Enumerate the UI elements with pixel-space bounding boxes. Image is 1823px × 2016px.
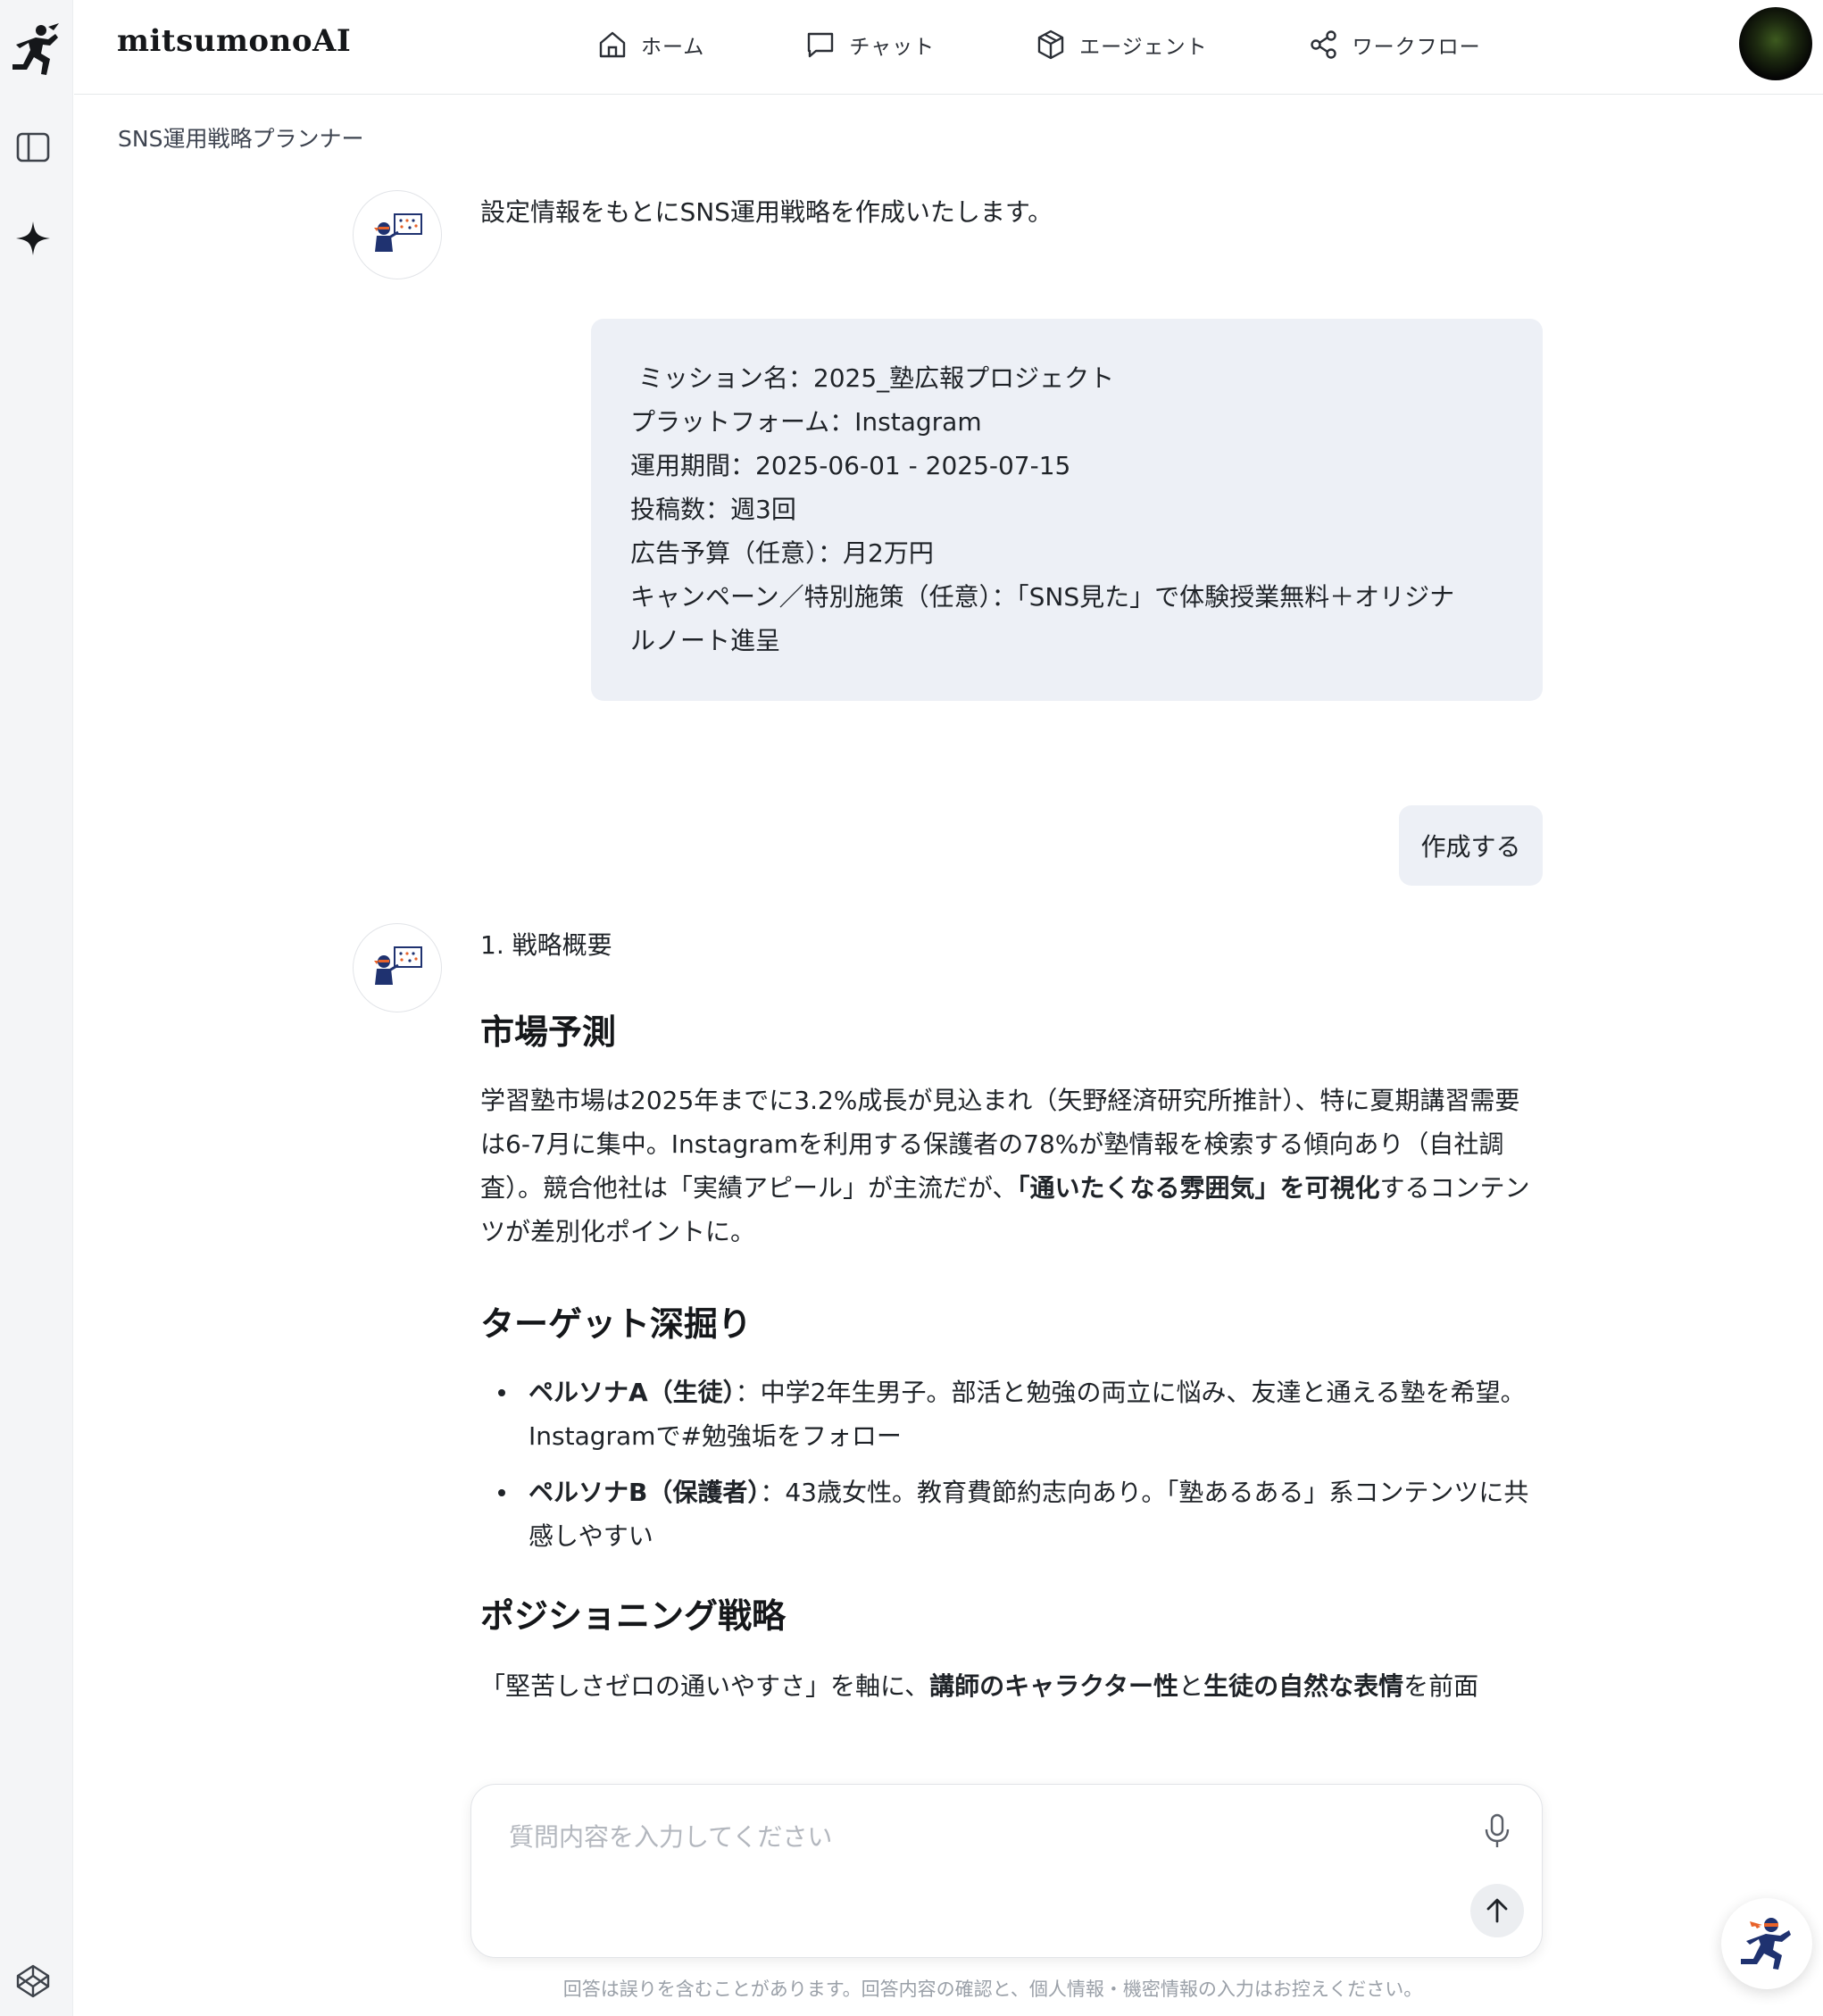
list-item: ペルソナA（生徒）：中学2年生男子。部活と勉強の両立に悩み、友達と通える塾を希望… <box>480 1370 1543 1458</box>
ninja-teacher-icon <box>374 946 422 985</box>
bot-avatar <box>353 190 442 279</box>
sidebar-toggle-icon[interactable] <box>12 127 54 168</box>
list-item: ペルソナB（保護者）：43歳女性。教育費節約志向あり。「塾あるある」系コンテンツ… <box>480 1470 1543 1558</box>
ninja-runner-icon <box>1741 1918 1791 1970</box>
disclaimer: 回答は誤りを含むことがあります。回答内容の確認と、個人情報・機密情報の入力はお控… <box>0 1975 1823 2002</box>
runner-logo-icon[interactable] <box>9 23 61 79</box>
positioning-text-3: を前面 <box>1403 1671 1479 1701</box>
disclaimer-text: 回答は誤りを含むことがあります。回答内容の確認と、個人情報・機密情報の入力はお控… <box>562 1979 1423 2000</box>
top-header: mitsumonoAI ホーム チャット エージェント ワークフロー <box>74 0 1823 95</box>
chat-composer <box>470 1784 1543 1958</box>
nav-home[interactable]: ホーム <box>596 25 704 64</box>
sidebar <box>0 0 73 2016</box>
persona-list: ペルソナA（生徒）：中学2年生男子。部活と勉強の両立に悩み、友達と通える塾を希望… <box>480 1370 1543 1558</box>
settings-card: ミッション名：2025_塾広報プロジェクト プラットフォーム：Instagram… <box>591 319 1543 701</box>
nav-workflow[interactable]: ワークフロー <box>1308 25 1481 64</box>
microphone-button[interactable] <box>1478 1812 1517 1851</box>
positioning-heading: ポジショニング戦略 <box>480 1596 787 1636</box>
nav-agent-label: エージェント <box>1079 36 1208 59</box>
cube-icon <box>1037 29 1064 60</box>
user-message: 作成する <box>1399 805 1543 886</box>
settings-mission: ミッション名：2025_塾広報プロジェクト <box>630 363 1115 393</box>
target-heading: ターゲット深掘り <box>480 1304 753 1344</box>
positioning-text-1: 「堅苦しさゼロの通いやすさ」を軸に、 <box>480 1671 930 1701</box>
persona-a-label: ペルソナA（生徒） <box>529 1378 736 1407</box>
breadcrumb: SNS運用戦略プランナー <box>118 126 364 152</box>
persona-b-label: ペルソナB（保護者） <box>529 1478 761 1507</box>
market-text-bold: 「通いたくなる雰囲気」を可視化 <box>1017 1173 1380 1203</box>
market-paragraph: 学習塾市場は2025年までに3.2%成長が見込まれ（矢野経済研究所推計）、特に夏… <box>480 1079 1543 1254</box>
nav-agent[interactable]: エージェント <box>1035 25 1208 64</box>
section-number: 1. 戦略概要 <box>480 930 612 960</box>
settings-period: 運用期間：2025-06-01 - 2025-07-15 <box>630 451 1071 480</box>
sparkle-icon[interactable] <box>12 218 54 259</box>
settings-budget: 広告予算（任意）：月2万円 <box>630 538 934 568</box>
nav-workflow-label: ワークフロー <box>1352 36 1481 59</box>
main-nav: ホーム チャット エージェント ワークフロー <box>596 25 1581 64</box>
bot-intro-message: 設定情報をもとにSNS運用戦略を作成いたします。 <box>480 197 1053 227</box>
brand-name[interactable]: mitsumonoAI <box>117 23 351 59</box>
nav-home-label: ホーム <box>641 36 705 59</box>
share-icon <box>1310 30 1336 59</box>
positioning-bold-2: 生徒の自然な表情 <box>1203 1671 1404 1701</box>
positioning-text-2: と <box>1178 1671 1204 1701</box>
bot-response: 1. 戦略概要 市場予測 学習塾市場は2025年までに3.2%成長が見込まれ（矢… <box>480 923 1543 1708</box>
microphone-icon <box>1485 1813 1510 1847</box>
settings-posts: 投稿数：週3回 <box>630 495 796 524</box>
market-heading: 市場予測 <box>480 1012 617 1052</box>
user-avatar[interactable] <box>1739 7 1812 80</box>
assistant-fab-button[interactable] <box>1721 1898 1812 1989</box>
ninja-teacher-icon <box>374 213 422 252</box>
nav-chat[interactable]: チャット <box>804 25 935 64</box>
positioning-bold-1: 講師のキャラクター性 <box>929 1671 1179 1701</box>
settings-campaign-line2: ルノート進呈 <box>630 626 781 655</box>
bot-avatar <box>353 923 442 1012</box>
nav-chat-label: チャット <box>849 36 936 59</box>
home-icon <box>599 31 626 58</box>
chat-icon <box>808 32 834 58</box>
settings-campaign-line1: キャンペーン／特別施策（任意）：「SNS見た」で体験授業無料＋オリジナ <box>630 582 1455 612</box>
settings-platform: プラットフォーム：Instagram <box>630 407 982 437</box>
arrow-up-icon <box>1486 1898 1508 1923</box>
positioning-paragraph: 「堅苦しさゼロの通いやすさ」を軸に、講師のキャラクター性と生徒の自然な表情を前面 <box>480 1664 1543 1708</box>
send-button[interactable] <box>1470 1884 1524 1937</box>
question-input[interactable] <box>509 1817 1402 1856</box>
